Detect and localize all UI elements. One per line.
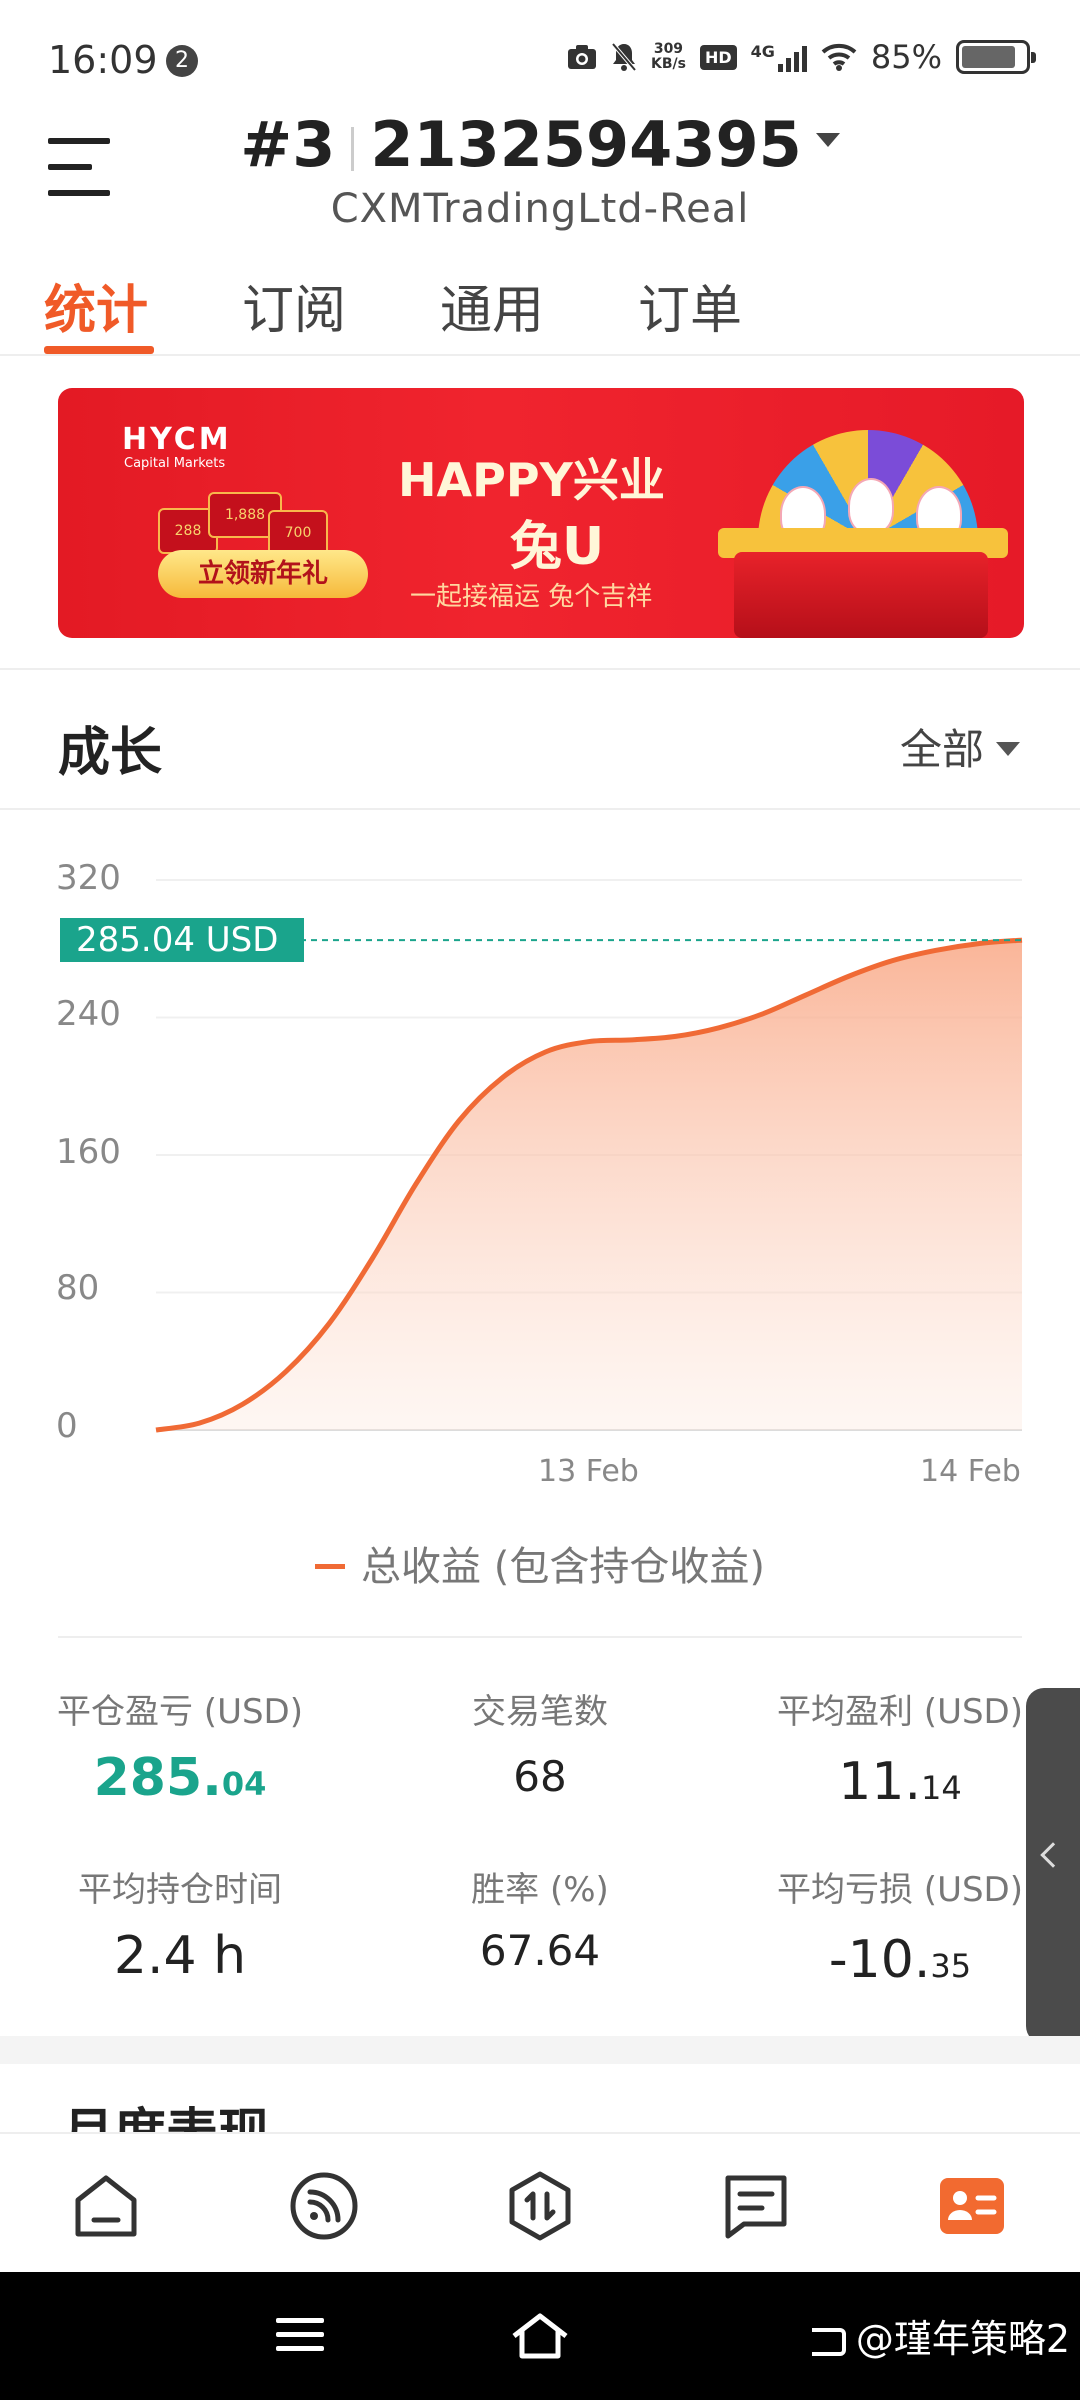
chevron-left-icon [1040, 1842, 1066, 1868]
recent-apps-icon[interactable] [276, 2318, 324, 2360]
system-nav-bar: @瑾年策略2 [0, 2272, 1080, 2400]
legend-swatch [315, 1563, 346, 1569]
y-tick-label: 0 [56, 1406, 78, 1446]
win-rate-value: 67.64 [479, 1926, 601, 1975]
monthly-performance-title: 月度表现 [62, 2104, 271, 2134]
hd-icon: HD [699, 44, 737, 70]
notification-count-badge: 2 [166, 45, 198, 77]
banner-logo: HYCM [122, 422, 232, 457]
tab-orders[interactable]: 订单 [638, 268, 742, 343]
banner-title-2: 兔U [510, 517, 605, 577]
growth-section-title: 成长 [58, 723, 163, 783]
home-icon[interactable] [70, 2170, 142, 2242]
y-tick-label: 80 [56, 1268, 100, 1308]
camera-icon [567, 45, 596, 69]
message-icon[interactable] [720, 2170, 792, 2242]
status-time: 16:09 [48, 38, 158, 82]
tab-general[interactable]: 通用 [440, 268, 544, 343]
status-bar: 16:09 2 309 KB/s HD 4G 85% [0, 0, 1080, 100]
tab-subscription[interactable]: 订阅 [242, 268, 346, 343]
avg-hold-time-value: 2.4 h [113, 1926, 247, 1986]
bottom-nav-bar [0, 2132, 1080, 2272]
closed-pnl-label: 平仓盈亏 (USD) [57, 1692, 303, 1732]
gift-box [734, 552, 988, 638]
tab-statistics[interactable]: 统计 [44, 268, 148, 343]
y-tick-label: 240 [56, 994, 121, 1034]
banner-title: HAPPY兴业 [398, 453, 665, 507]
tab-bar: 统计 订阅 通用 订单 [0, 262, 1080, 356]
x-tick-label: 14 Feb [920, 1454, 1021, 1489]
banner-cta-button[interactable]: 立领新年礼 [158, 550, 368, 598]
banner-subtitle: 一起接福运 兔个吉祥 [410, 582, 653, 612]
avg-hold-time-label: 平均持仓时间 [78, 1870, 282, 1910]
account-prefix: #3 [240, 108, 336, 181]
promo-banner[interactable]: HYCM Capital Markets 288 1,888 700 立领新年礼… [58, 388, 1024, 638]
battery-level-fill [962, 46, 1015, 68]
account-selector[interactable]: #3 2132594395 [0, 108, 1080, 181]
divider [0, 808, 1080, 810]
system-home-icon[interactable] [510, 2312, 570, 2362]
feed-icon[interactable] [288, 2170, 360, 2242]
chevron-down-icon [996, 741, 1020, 756]
current-value-tag: 285.04 USD [60, 918, 304, 962]
closed-pnl-value: 285.04 [93, 1748, 267, 1808]
dropdown-caret-icon [815, 132, 840, 147]
legend-label: 总收益 (包含持仓收益) [361, 1544, 765, 1590]
battery-icon [956, 40, 1036, 74]
net-speed: 309 KB/s [650, 41, 686, 72]
y-tick-label: 320 [56, 858, 121, 898]
trade-icon[interactable] [504, 2170, 576, 2242]
rabbit-figure [848, 478, 894, 534]
profile-card-icon[interactable] [936, 2170, 1008, 2242]
active-tab-indicator [44, 346, 154, 354]
cellular-icon: 4G [751, 42, 807, 72]
x-tick-label: 13 Feb [538, 1454, 639, 1489]
growth-chart[interactable]: 320 240 160 80 0 13 Feb 14 Feb 285.04 US… [0, 840, 1080, 1500]
side-drawer-handle[interactable] [1026, 1688, 1080, 2044]
server-name: CXMTradingLtd-Real [330, 186, 750, 232]
chart-area-fill [156, 940, 1022, 1430]
section-separator [0, 2036, 1080, 2064]
chart-legend: 总收益 (包含持仓收益) [0, 1534, 1080, 1592]
y-tick-label: 160 [56, 1132, 121, 1172]
trade-count-value: 68 [513, 1752, 567, 1801]
banner-logo-sub: Capital Markets [124, 456, 226, 471]
trade-count-label: 交易笔数 [472, 1692, 608, 1732]
period-filter-dropdown[interactable]: 全部 [900, 716, 1020, 777]
account-number: 2132594395 [370, 108, 802, 181]
watermark-text: @瑾年策略2 [811, 2308, 1070, 2363]
mute-bell-icon [611, 42, 637, 72]
battery-percent: 85% [870, 38, 942, 76]
divider [0, 668, 1080, 670]
divider [58, 1636, 1022, 1638]
back-icon [811, 2327, 846, 2356]
wifi-icon [821, 43, 857, 71]
win-rate-label: 胜率 (%) [471, 1870, 609, 1910]
